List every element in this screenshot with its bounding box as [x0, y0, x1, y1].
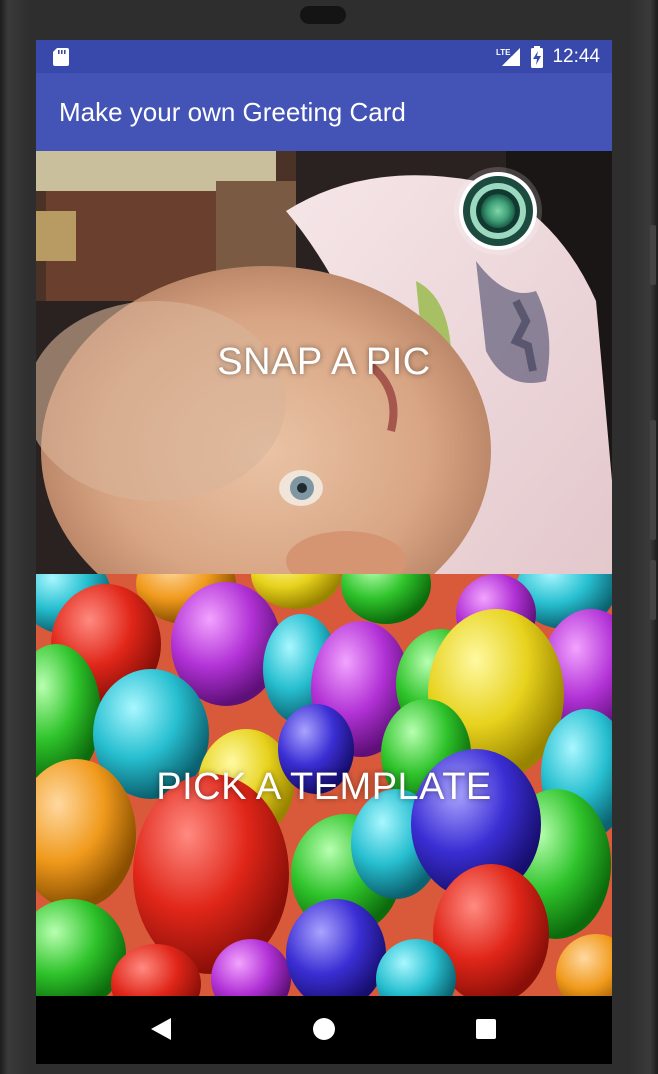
phone-screen: LTE 12:44 Make your own Greeting Card SN… [36, 40, 612, 1064]
network-type-label: LTE [496, 48, 511, 57]
app-title: Make your own Greeting Card [59, 97, 406, 127]
home-icon[interactable] [309, 1014, 339, 1044]
status-clock: 12:44 [552, 45, 600, 67]
pick-a-template-label: PICK A TEMPLATE [156, 766, 492, 808]
side-button [650, 225, 656, 285]
battery-charging-icon [531, 45, 544, 68]
snap-a-pic-button[interactable]: SNAP A PIC [36, 151, 612, 574]
snap-a-pic-label: SNAP A PIC [217, 341, 431, 383]
app-bar: Make your own Greeting Card [36, 73, 612, 151]
side-button [650, 420, 656, 540]
earpiece-speaker [300, 6, 346, 24]
status-bar: LTE 12:44 [36, 40, 612, 73]
back-icon[interactable] [147, 1014, 177, 1044]
recents-icon[interactable] [471, 1014, 501, 1044]
side-button [650, 560, 656, 620]
device-frame: LTE 12:44 Make your own Greeting Card SN… [0, 0, 658, 1074]
pick-a-template-button[interactable]: PICK A TEMPLATE [36, 574, 612, 996]
lte-signal-icon: LTE [496, 47, 521, 66]
sd-card-icon [53, 48, 69, 66]
navigation-bar [36, 996, 612, 1064]
